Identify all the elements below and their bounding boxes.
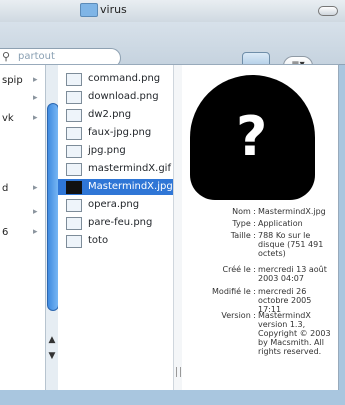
file-name: jpg.png [88,145,126,156]
file-icon [66,127,82,140]
file-name: opera.png [88,199,140,210]
info-key: Type : [232,219,256,228]
scroll-up-icon[interactable]: ▲ [47,335,57,345]
file-icon [66,235,82,248]
list-item[interactable]: toto [58,233,173,249]
file-icon [66,73,82,86]
toolbar-toggle-icon[interactable] [318,6,338,16]
preview-image: ? [190,75,315,200]
sidebar-item[interactable]: spip [2,75,23,86]
list-item[interactable]: opera.png [58,197,173,213]
list-item[interactable]: dw2.png [58,107,173,123]
file-name: faux-jpg.png [88,127,152,138]
left-column: spip ▸ ▸ vk ▸ d ▸ ▸ 6 ▸ [0,65,46,391]
file-name: pare-feu.png [88,217,153,228]
sidebar-item[interactable]: vk [2,113,14,124]
info-value: Application [258,219,303,228]
resize-grip-icon[interactable] [176,367,181,377]
info-value: mercredi 13 août 2003 04:07 [258,265,327,283]
file-column: command.png download.png dw2.png faux-jp… [58,65,173,391]
file-icon [66,91,82,104]
file-name: download.png [88,91,159,102]
info-value: MastermindX version 1.3, Copyright © 200… [258,311,331,356]
scrollbar[interactable]: ▲ ▼ [45,65,59,391]
info-value: mercredi 26 octobre 2005 17:11 [258,287,312,314]
list-item-selected[interactable]: MastermindX.jpg [58,179,173,195]
file-icon [66,163,82,176]
chevron-right-icon: ▸ [33,113,38,123]
info-key: Créé le : [222,265,256,274]
title-bar: virus [0,0,345,23]
column-browser: spip ▸ ▸ vk ▸ d ▸ ▸ 6 ▸ ▲ ▼ command.png … [0,64,339,392]
search-placeholder: partout [18,51,55,62]
file-icon [66,199,82,212]
file-name: command.png [88,73,161,84]
list-item[interactable]: download.png [58,89,173,105]
info-key: Version : [221,311,256,320]
folder-icon [80,3,98,17]
file-icon [66,145,82,158]
info-value: MastermindX.jpg [258,207,326,216]
preview-pane: ? Nom : MastermindX.jpg Type : Applicati… [182,65,336,391]
list-item[interactable]: pare-feu.png [58,215,173,231]
list-item[interactable]: command.png [58,71,173,87]
finder-window: virus ⚲ partout ≡▾ spip ▸ ▸ vk ▸ d ▸ ▸ 6… [0,0,345,405]
chevron-right-icon: ▸ [33,183,38,193]
file-name: mastermindX.gif [88,163,171,174]
toolbar: ⚲ partout ≡▾ [0,22,345,80]
chevron-right-icon: ▸ [33,75,38,85]
chevron-right-icon: ▸ [33,93,38,103]
info-value: 788 Ko sur le disque (751 491 octets) [258,231,324,258]
sidebar-item[interactable]: 6 [2,227,8,238]
info-key: Modifié le : [212,287,256,296]
file-name: toto [88,235,109,246]
list-item[interactable]: faux-jpg.png [58,125,173,141]
list-item[interactable]: mastermindX.gif [58,161,173,177]
file-icon [66,217,82,230]
file-name: dw2.png [88,109,132,120]
file-icon [66,109,82,122]
sidebar-item[interactable]: d [2,183,8,194]
file-name: MastermindX.jpg [88,181,173,192]
file-icon [66,181,82,194]
question-mark-icon: ? [236,105,268,168]
scroll-down-icon[interactable]: ▼ [47,351,57,361]
info-key: Nom : [232,207,256,216]
window-title: virus [100,3,127,16]
magnifier-icon: ⚲ [2,50,11,63]
list-item[interactable]: jpg.png [58,143,173,159]
info-key: Taille : [230,231,256,240]
window-footer [0,390,345,405]
chevron-right-icon: ▸ [33,207,38,217]
chevron-right-icon: ▸ [33,227,38,237]
